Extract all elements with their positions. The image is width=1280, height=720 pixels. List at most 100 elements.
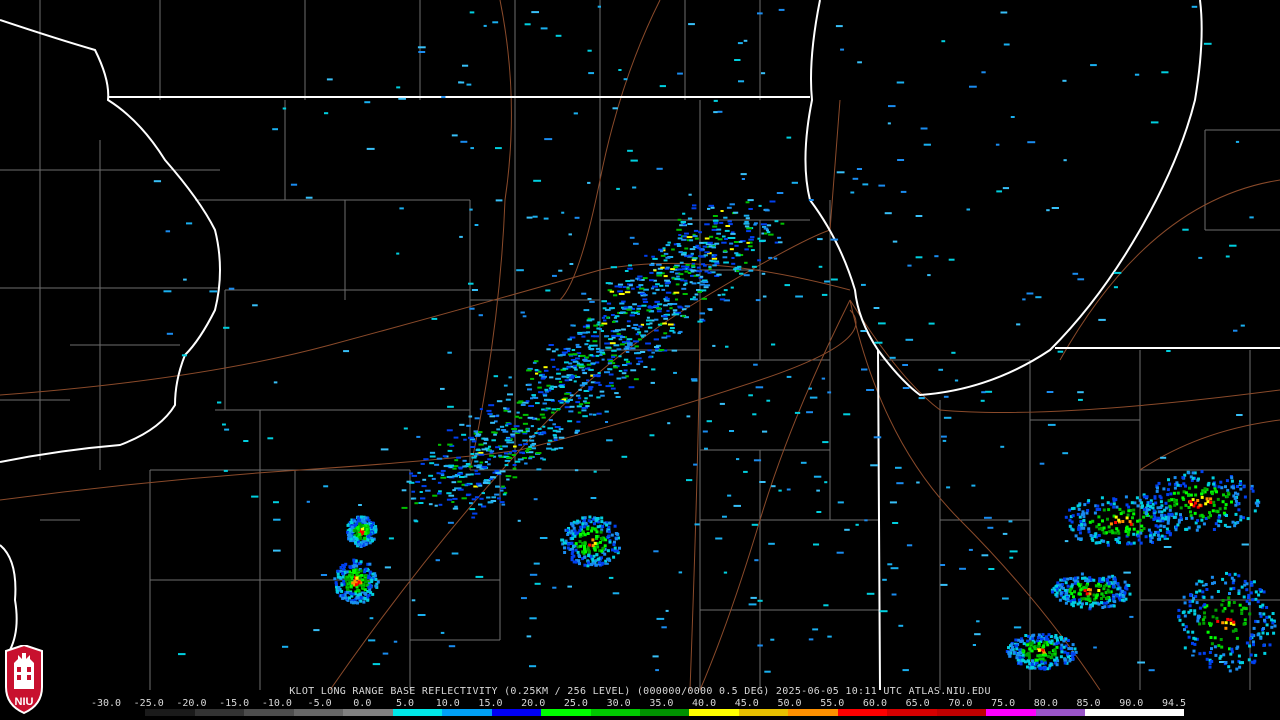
echo-pixel: [579, 365, 586, 368]
echo-pixel: [1217, 515, 1221, 519]
echo-pixel: [1198, 256, 1203, 259]
echo-pixel: [527, 416, 534, 419]
echo-pixel: [1160, 456, 1167, 459]
echo-pixel: [734, 244, 739, 247]
echo-pixel: [1118, 541, 1121, 545]
echo-pixel: [1224, 581, 1228, 585]
echo-pixel: [481, 492, 485, 495]
echo-pixel: [1229, 652, 1233, 656]
echo-pixel: [1063, 577, 1066, 581]
color-swatch: [639, 709, 690, 716]
echo-pixel: [1187, 635, 1191, 639]
echo-pixel: [411, 490, 416, 493]
echo-pixel: [364, 516, 368, 520]
echo-pixel: [1078, 398, 1083, 401]
echo-pixel: [581, 369, 585, 372]
echo-pixel: [1056, 659, 1060, 663]
echo-pixel: [573, 380, 577, 383]
echo-pixel: [927, 274, 931, 277]
echo-pixel: [1070, 507, 1074, 511]
echo-pixel: [649, 279, 654, 282]
echo-pixel: [371, 572, 375, 576]
echo-pixel: [724, 238, 728, 240]
echo-pixel: [621, 341, 626, 344]
echo-pixel: [1191, 476, 1195, 480]
echo-pixel: [1076, 512, 1080, 516]
echo-pixel: [1068, 524, 1072, 528]
echo-pixel: [1263, 618, 1266, 622]
echo-pixel: [468, 465, 473, 468]
echo-pixel: [677, 268, 683, 271]
echo-pixel: [598, 384, 602, 386]
echo-pixel: [359, 592, 362, 596]
echo-pixel: [700, 275, 704, 278]
echo-pixel: [1256, 633, 1260, 637]
echo-pixel: [471, 516, 476, 519]
echo-pixel: [469, 11, 475, 14]
echo-pixel: [341, 593, 345, 597]
echo-pixel: [703, 241, 708, 244]
echo-pixel: [727, 220, 732, 223]
echo-pixel: [336, 572, 340, 576]
echo-pixel: [472, 512, 478, 515]
echo-pixel: [692, 296, 696, 299]
echo-pixel: [186, 222, 193, 225]
echo-pixel: [1114, 531, 1117, 535]
echo-pixel: [1087, 530, 1091, 534]
echo-pixel: [1073, 590, 1076, 594]
echo-pixel: [1040, 637, 1044, 641]
echo-pixel: [560, 538, 564, 542]
echo-pixel: [1070, 602, 1074, 606]
echo-pixel: [384, 566, 391, 569]
echo-pixel: [1235, 667, 1239, 671]
echo-pixel: [1126, 513, 1130, 517]
echo-pixel: [1262, 612, 1266, 616]
echo-pixel: [709, 235, 714, 238]
echo-pixel: [593, 548, 597, 552]
echo-pixel: [1097, 534, 1101, 537]
echo-pixel: [590, 318, 595, 321]
echo-pixel: [746, 227, 752, 230]
echo-pixel: [604, 342, 610, 345]
echo-pixel: [1257, 593, 1261, 597]
echo-pixel: [631, 287, 635, 290]
echo-pixel: [731, 257, 735, 259]
echo-pixel: [609, 342, 616, 345]
echo-pixel: [1049, 662, 1053, 666]
echo-pixel: [1082, 526, 1086, 530]
echo-pixel: [671, 303, 678, 305]
echo-pixel: [1102, 531, 1106, 535]
echo-pixel: [666, 309, 670, 312]
echo-pixel: [470, 453, 475, 455]
echo-pixel: [434, 504, 438, 507]
echo-pixel: [692, 235, 698, 238]
echo-pixel: [582, 372, 588, 375]
echo-pixel: [663, 304, 668, 307]
echo-pixel: [1228, 573, 1232, 577]
echo-pixel: [452, 507, 459, 510]
echo-pixel: [600, 394, 605, 397]
echo-pixel: [716, 232, 721, 235]
echo-pixel: [551, 411, 555, 414]
echo-pixel: [808, 387, 812, 390]
echo-pixel: [608, 540, 612, 544]
echo-pixel: [496, 428, 501, 431]
echo-pixel: [1183, 628, 1186, 632]
echo-pixel: [918, 397, 925, 400]
echo-pixel: [491, 439, 496, 442]
echo-pixel: [768, 256, 773, 259]
echo-pixel: [1190, 516, 1194, 520]
echo-pixel: [1174, 528, 1178, 532]
echo-pixel: [355, 573, 359, 577]
echo-pixel: [546, 447, 552, 450]
echo-pixel: [677, 72, 683, 75]
echo-pixel: [587, 554, 591, 558]
echo-pixel: [584, 367, 589, 370]
echo-pixel: [1157, 481, 1161, 485]
echo-pixel: [1225, 495, 1229, 498]
echo-pixel: [638, 278, 642, 281]
echo-pixel: [723, 289, 728, 292]
echo-pixel: [898, 624, 904, 627]
echo-pixel: [529, 439, 535, 442]
echo-pixel: [1078, 584, 1082, 588]
